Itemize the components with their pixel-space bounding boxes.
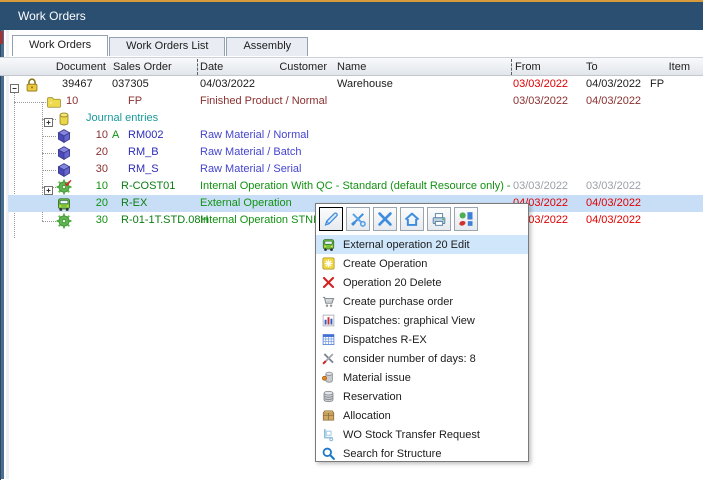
document-number: 39467 — [62, 76, 107, 93]
dispatch-board-button[interactable] — [454, 207, 478, 231]
from-date: 03/03/2022 — [513, 178, 575, 195]
description: Internal Operation With QC - Standard (d… — [200, 178, 512, 195]
expand-expander[interactable] — [44, 114, 53, 123]
crossed-tools-button[interactable] — [373, 207, 397, 231]
description: Finished Product / Normal — [200, 93, 512, 110]
to-date: 04/03/2022 — [586, 212, 648, 229]
menu-item-material-issue[interactable]: Material issue — [316, 368, 528, 387]
to-date: 04/03/2022 — [586, 76, 648, 93]
menu-item-search-for-structure[interactable]: Search for Structure — [316, 444, 528, 463]
description: Raw Material / Normal — [200, 127, 512, 144]
menu-item-label: Create Operation — [343, 258, 427, 270]
journal-cylinder-icon — [56, 111, 72, 127]
date-value: 04/03/2022 — [200, 76, 270, 93]
menu-item-label: Allocation — [343, 410, 391, 422]
line-number: 10 — [78, 178, 108, 195]
menu-item-label: Dispatches R-EX — [343, 334, 427, 346]
menu-item-label: Dispatches: graphical View — [343, 315, 475, 327]
line-number: 10 — [78, 127, 108, 144]
menu-item-consider-number-of-days-8[interactable]: consider number of days: 8 — [316, 349, 528, 368]
expand-expander[interactable] — [44, 182, 53, 191]
padlock-icon — [24, 77, 40, 93]
journal-entries-label: Journal entries — [86, 110, 216, 127]
menu-item-create-purchase-order[interactable]: Create purchase order — [316, 292, 528, 311]
home-icon — [403, 210, 421, 228]
sales-order-code: RM002 — [128, 127, 206, 144]
printer-icon — [430, 210, 448, 228]
sales-order-code: FP — [128, 93, 206, 110]
reservation-icon — [321, 389, 336, 404]
delete-x-icon — [321, 275, 336, 290]
description: Raw Material / Batch — [200, 144, 512, 161]
cube-icon — [56, 145, 72, 161]
menu-item-allocation[interactable]: Allocation — [316, 406, 528, 425]
gear-check-icon — [56, 179, 72, 195]
context-menu-items: External operation 20 Edit Create Operati… — [316, 235, 528, 463]
pencil-icon — [322, 210, 340, 228]
crossed-tools-icon — [376, 210, 394, 228]
pencil-button[interactable] — [319, 207, 343, 231]
sales-order-code: R-EX — [121, 195, 199, 212]
sales-order-code: RM_S — [128, 161, 206, 178]
to-date: 04/03/2022 — [586, 93, 648, 110]
menu-item-dispatches-graphical-view[interactable]: Dispatches: graphical View — [316, 311, 528, 330]
work-orders-window: Work Orders Work OrdersWork Orders ListA… — [0, 0, 703, 486]
menu-item-label: consider number of days: 8 — [343, 353, 476, 365]
menu-item-dispatches-r-ex[interactable]: Dispatches R-EX — [316, 330, 528, 349]
menu-item-label: External operation 20 Edit — [343, 239, 470, 251]
item-code: FP — [650, 76, 680, 93]
from-date: 03/03/2022 — [513, 76, 575, 93]
menu-item-label: Create purchase order — [343, 296, 453, 308]
menu-item-external-operation-20-edit[interactable]: External operation 20 Edit — [316, 235, 528, 254]
truck-icon — [321, 237, 336, 252]
home-button[interactable] — [400, 207, 424, 231]
bar-chart-icon — [321, 313, 336, 328]
search-icon — [321, 446, 336, 461]
from-date: 03/03/2022 — [513, 93, 575, 110]
sales-order-code: 037305 — [112, 76, 190, 93]
menu-item-operation-20-delete[interactable]: Operation 20 Delete — [316, 273, 528, 292]
create-operation-icon — [321, 256, 336, 271]
context-menu: External operation 20 Edit Create Operati… — [315, 203, 529, 462]
sales-order-code: R-01-1T.STD.08H — [121, 212, 199, 229]
crossed-tools-red-icon — [321, 351, 336, 366]
collapse-expander[interactable] — [10, 80, 19, 89]
dispatch-board-icon — [457, 210, 475, 228]
calendar-grid-icon — [321, 332, 336, 347]
context-menu-toolbar — [319, 207, 478, 231]
menu-item-label: Search for Structure — [343, 448, 441, 460]
description: Raw Material / Serial — [200, 161, 512, 178]
transfer-trolley-icon — [321, 427, 336, 442]
cart-icon — [321, 294, 336, 309]
line-number: 20 — [78, 195, 108, 212]
menu-item-label: Material issue — [343, 372, 411, 384]
wrench-screwdriver-button[interactable] — [346, 207, 370, 231]
wrench-screwdriver-icon — [349, 210, 367, 228]
sales-order-code: R-COST01 — [121, 178, 199, 195]
menu-item-label: WO Stock Transfer Request — [343, 429, 480, 441]
line-number: 10 — [66, 93, 88, 110]
menu-item-wo-stock-transfer-request[interactable]: WO Stock Transfer Request — [316, 425, 528, 444]
gear-icon — [56, 213, 72, 229]
cube-icon — [56, 162, 72, 178]
printer-button[interactable] — [427, 207, 451, 231]
to-date: 04/03/2022 — [586, 195, 648, 212]
line-number: 20 — [78, 144, 108, 161]
menu-item-label: Operation 20 Delete — [343, 277, 441, 289]
to-date: 03/03/2022 — [586, 178, 648, 195]
line-number: 30 — [78, 212, 108, 229]
customer-name: Warehouse — [337, 76, 467, 93]
line-number: 30 — [78, 161, 108, 178]
menu-item-create-operation[interactable]: Create Operation — [316, 254, 528, 273]
sales-order-code: RM_B — [128, 144, 206, 161]
cube-icon — [56, 128, 72, 144]
menu-item-label: Reservation — [343, 391, 402, 403]
allocation-icon — [321, 408, 336, 423]
material-issue-icon — [321, 370, 336, 385]
truck-icon — [56, 196, 72, 212]
folder-icon — [46, 94, 62, 110]
menu-item-reservation[interactable]: Reservation — [316, 387, 528, 406]
status-flag: A — [112, 127, 124, 144]
